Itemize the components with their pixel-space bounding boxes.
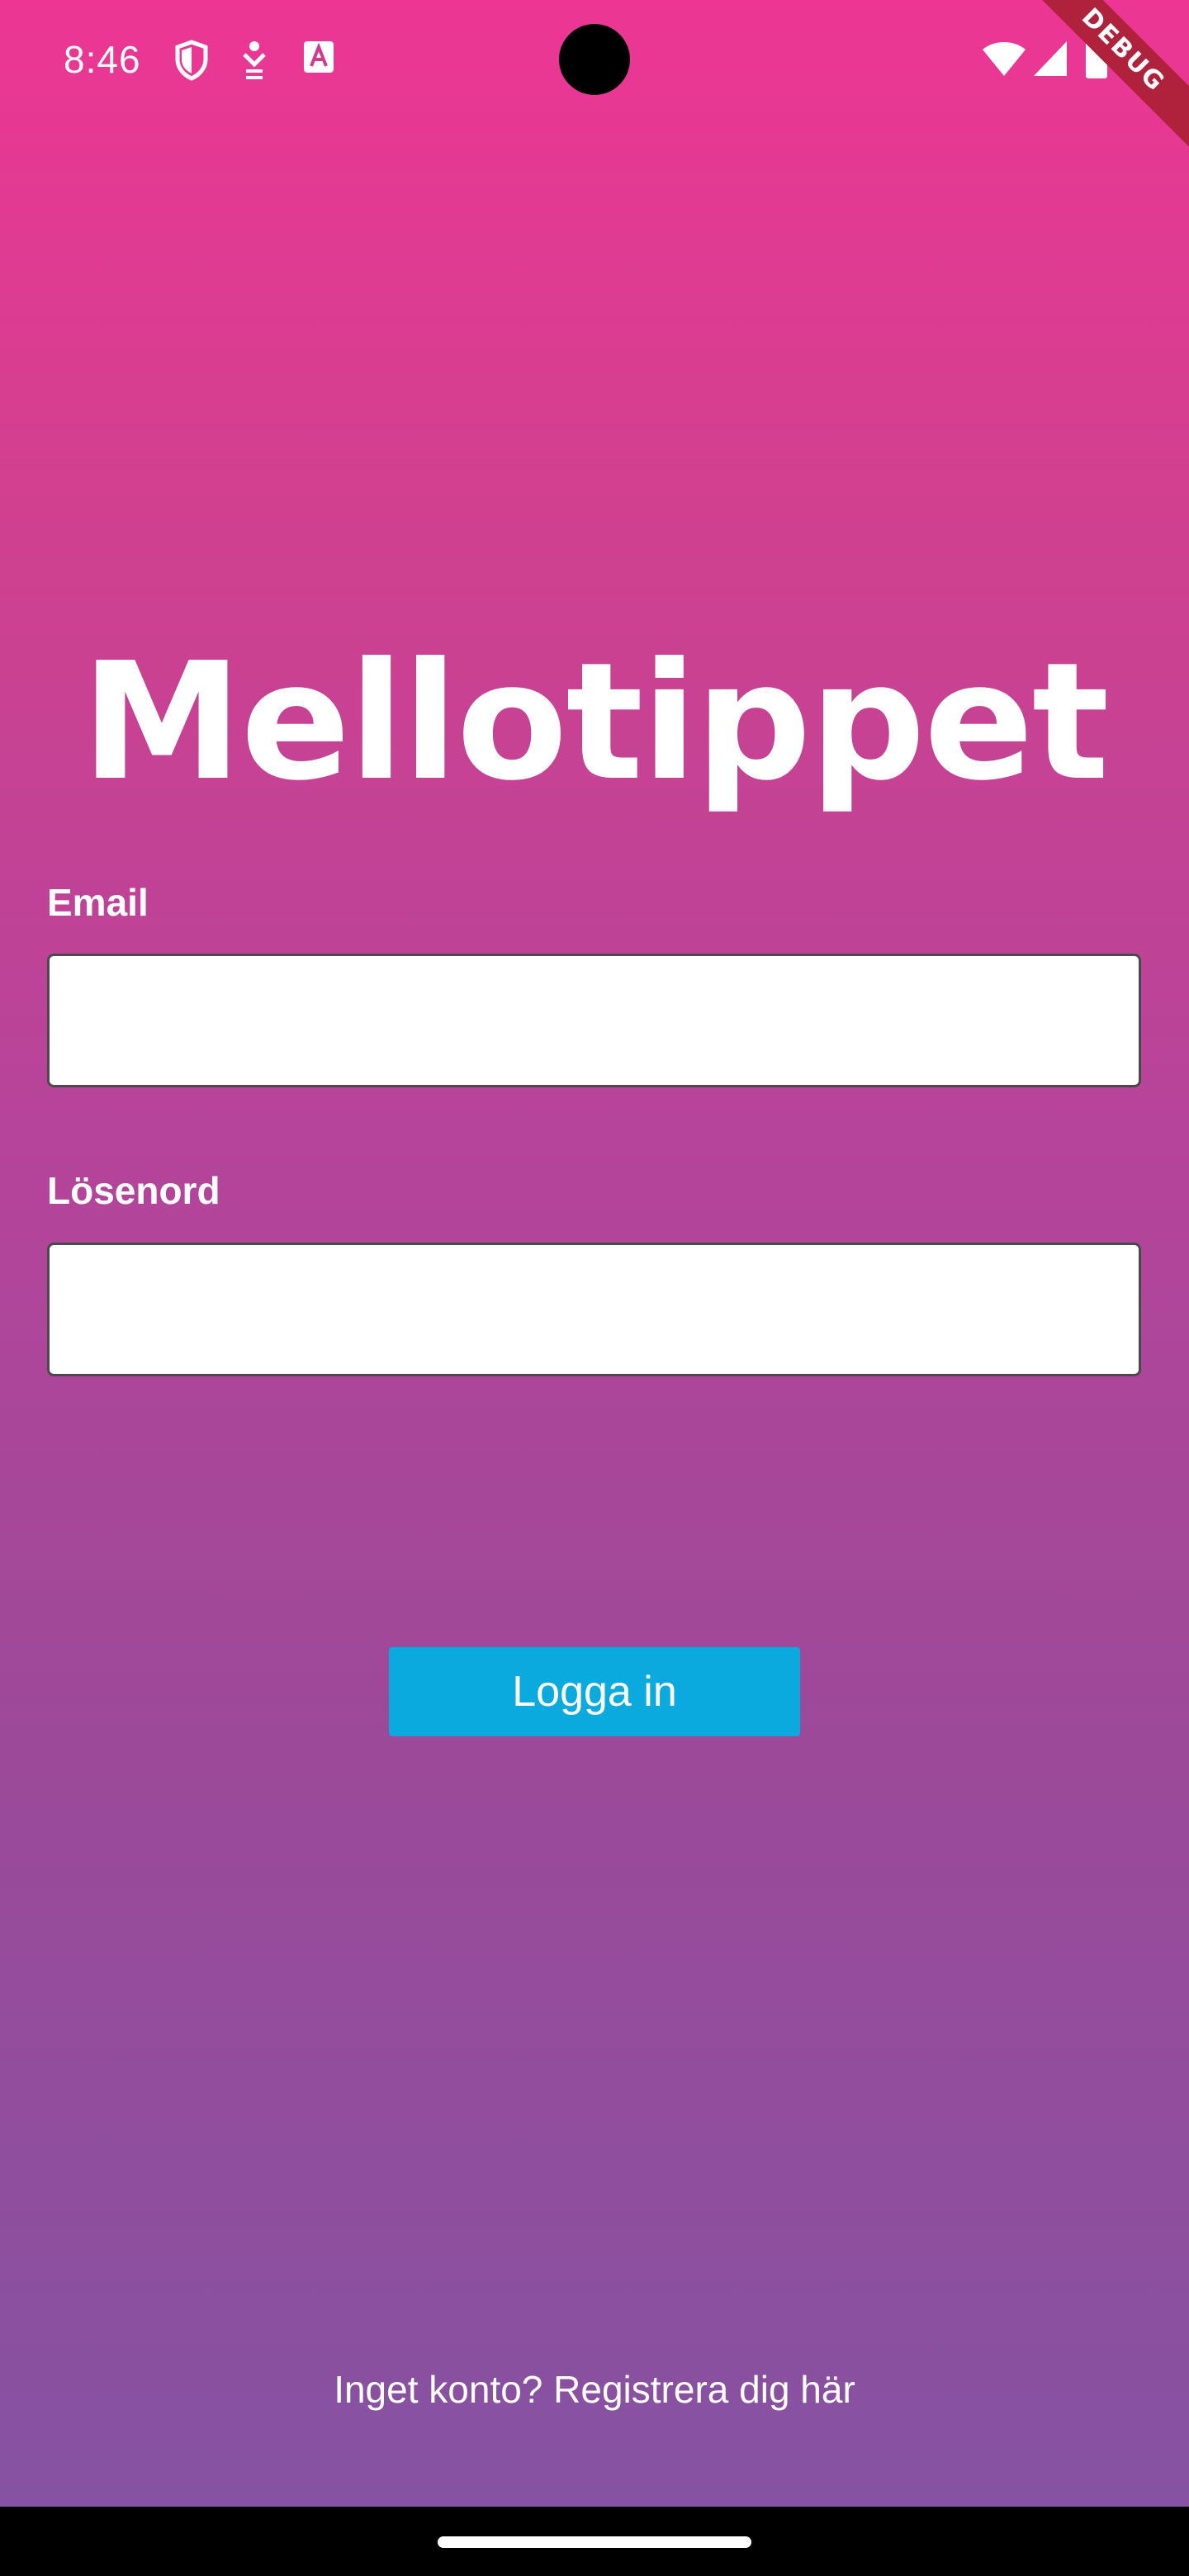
navigation-bar [0,2507,1189,2576]
shield-icon [173,40,210,85]
status-bar: 8:46 [0,0,1189,119]
email-label: Email [47,881,149,924]
password-field[interactable] [47,1243,1141,1376]
signal-icon [1032,40,1068,82]
login-screen: 8:46 DEBUG Mellotippet Email Lösenord Lo… [0,0,1189,2507]
camera-cutout [559,24,630,95]
login-button[interactable]: Logga in [389,1647,800,1736]
home-gesture-handle[interactable] [438,2536,751,2548]
password-label: Lösenord [47,1169,220,1212]
accessibility-icon [239,40,269,85]
status-time: 8:46 [64,38,141,81]
email-field[interactable] [47,954,1141,1087]
wifi-icon [981,41,1027,82]
font-a-icon [302,40,335,80]
app-title: Mellotippet [81,628,1109,817]
register-link[interactable]: Inget konto? Registrera dig här [0,2366,1189,2413]
